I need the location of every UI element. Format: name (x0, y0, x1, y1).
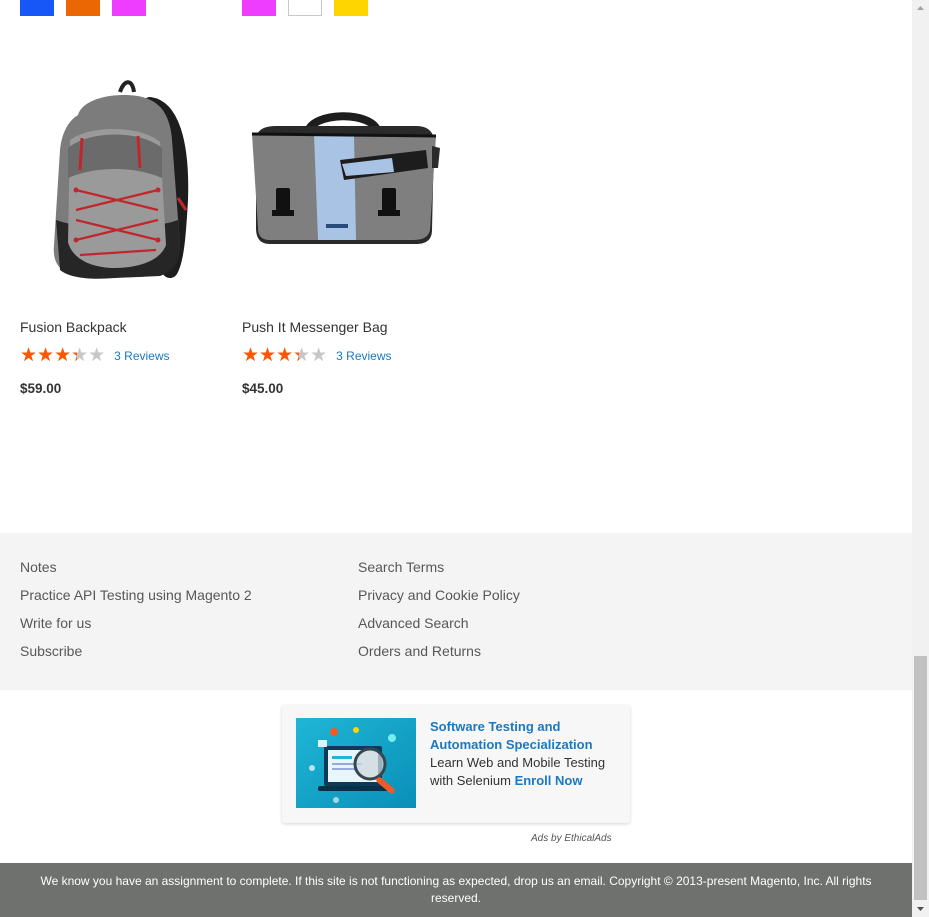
footer-link-notes[interactable]: Notes (20, 553, 252, 581)
reviews-link[interactable]: 3 Reviews (336, 349, 391, 363)
footer-links-column: Notes Practice API Testing using Magento… (20, 553, 252, 665)
color-swatch[interactable] (334, 0, 368, 16)
footer-link-subscribe[interactable]: Subscribe (20, 637, 252, 665)
product-name[interactable]: Fusion Backpack (20, 319, 127, 335)
rating-stars: ★★★★★ ★★★★★ (242, 345, 328, 366)
product-price: $45.00 (242, 381, 284, 396)
ad-illustration-image[interactable] (296, 718, 416, 808)
page: Fusion Backpack ★★★★★ ★★★★★ 3 Reviews $5… (0, 0, 912, 917)
product-rating: ★★★★★ ★★★★★ 3 Reviews (20, 346, 170, 366)
footer-link-search-terms[interactable]: Search Terms (358, 553, 520, 581)
rating-stars: ★★★★★ ★★★★★ (20, 345, 106, 366)
color-swatch[interactable] (242, 0, 276, 16)
ads-by-ethicalads-link[interactable]: Ads by EthicalAds (531, 833, 612, 844)
footer-link-write-for-us[interactable]: Write for us (20, 609, 252, 637)
reviews-link[interactable]: 3 Reviews (114, 349, 169, 363)
ad-text[interactable]: Software Testing and Automation Speciali… (430, 718, 620, 790)
footer-link-advanced-search[interactable]: Advanced Search (358, 609, 520, 637)
scroll-up-arrow-icon[interactable] (912, 0, 929, 17)
footer-link-practice-api[interactable]: Practice API Testing using Magento 2 (20, 581, 252, 609)
vertical-scrollbar[interactable] (912, 0, 929, 917)
copyright-bar: We know you have an assignment to comple… (0, 863, 912, 917)
backpack-image[interactable] (20, 70, 220, 298)
product-name[interactable]: Push It Messenger Bag (242, 319, 388, 335)
ad-title[interactable]: Software Testing and Automation Speciali… (430, 719, 593, 752)
ad-cta-link[interactable]: Enroll Now (515, 773, 583, 788)
color-swatch[interactable] (112, 0, 146, 16)
ethical-ad[interactable]: Software Testing and Automation Speciali… (282, 705, 630, 823)
messenger-bag-image[interactable] (242, 70, 442, 298)
footer-link-orders-returns[interactable]: Orders and Returns (358, 637, 520, 665)
color-swatch[interactable] (66, 0, 100, 16)
scrollbar-thumb[interactable] (914, 656, 927, 900)
copyright-text: We know you have an assignment to comple… (40, 874, 872, 905)
footer-link-privacy[interactable]: Privacy and Cookie Policy (358, 581, 520, 609)
footer-links-column: Search Terms Privacy and Cookie Policy A… (358, 553, 520, 665)
scroll-down-arrow-icon[interactable] (912, 900, 929, 917)
color-swatch[interactable] (288, 0, 322, 16)
product-rating: ★★★★★ ★★★★★ 3 Reviews (242, 346, 392, 366)
product-price: $59.00 (20, 381, 62, 396)
color-swatch[interactable] (20, 0, 54, 16)
footer: Notes Practice API Testing using Magento… (0, 533, 912, 690)
